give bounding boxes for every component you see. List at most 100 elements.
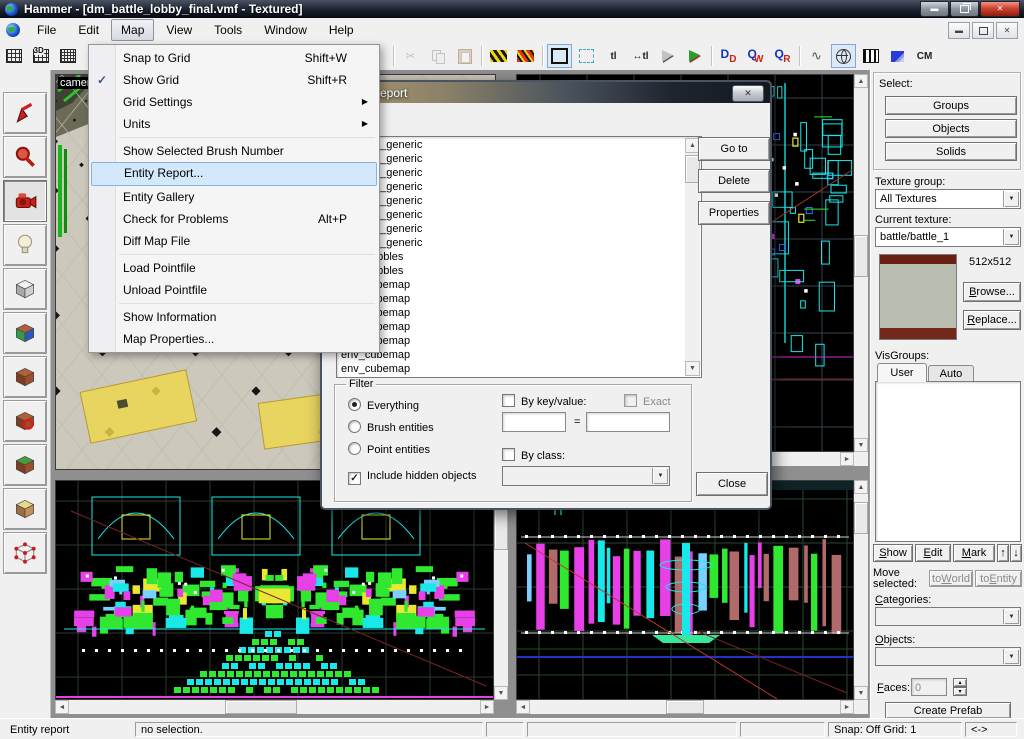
texture-application-tool[interactable] — [3, 312, 47, 354]
wedge-grey-icon[interactable] — [655, 44, 680, 68]
spinner-down-icon[interactable]: ▾ — [953, 687, 967, 696]
sphere-icon[interactable] — [831, 44, 856, 68]
move-down-arrow-button[interactable]: ↓ — [1010, 544, 1022, 562]
key-input[interactable] — [502, 412, 566, 432]
mdi-close-button[interactable]: ✕ — [996, 22, 1018, 39]
overlay-tool[interactable] — [3, 444, 47, 486]
grid-toggle-icon[interactable] — [1, 44, 26, 68]
scrollbar-track[interactable] — [69, 700, 480, 714]
menubar-item-help[interactable]: Help — [319, 19, 364, 41]
dialog-title-bar[interactable]: Entity Report — [322, 82, 770, 103]
checkbox-icon[interactable] — [502, 394, 515, 407]
scroll-left-icon[interactable]: ◄ — [55, 700, 69, 714]
apply-decals-tool[interactable] — [3, 400, 47, 442]
menubar-item-window[interactable]: Window — [254, 19, 317, 41]
menu-item-entity-report[interactable]: Entity Report... — [91, 162, 377, 186]
texture-lock-icon[interactable]: tl — [601, 44, 626, 68]
visgroup-show-button[interactable]: Show — [873, 544, 913, 562]
letter-qw-icon[interactable]: QW — [743, 44, 768, 68]
faces-spinner[interactable]: ▴ ▾ — [953, 678, 967, 696]
entity-list-item[interactable]: ambient_generic — [338, 166, 685, 180]
radio-icon[interactable] — [348, 442, 361, 455]
delete-button[interactable]: Delete — [698, 169, 770, 193]
entity-list-item[interactable]: env_cubemap — [338, 334, 685, 348]
entity-list-item[interactable]: env_cubemap — [338, 306, 685, 320]
filter-everything-radio[interactable]: Everything — [348, 398, 419, 412]
select-bounds-icon[interactable] — [547, 44, 572, 68]
entity-list-item[interactable]: env_cubemap — [338, 292, 685, 306]
menu-item-unload-pointfile[interactable]: Unload Pointfile — [91, 279, 377, 301]
close-button[interactable]: ✕ — [980, 1, 1020, 17]
menubar-item-edit[interactable]: Edit — [68, 19, 109, 41]
menubar-item-map[interactable]: Map — [111, 19, 154, 41]
entity-list-item[interactable]: ambient_generic — [338, 152, 685, 166]
dialog-close-action-button[interactable]: Close — [696, 472, 768, 496]
filter-brush-radio[interactable]: Brush entities — [348, 420, 434, 434]
viewport-side-vscrollbar[interactable]: ▲▼ — [854, 480, 868, 700]
entity-list-item[interactable]: env_cubemap — [338, 348, 685, 362]
scrollbar-track[interactable] — [854, 494, 868, 686]
entity-list-item[interactable]: ambient_generic — [338, 180, 685, 194]
tab-visgroups-user[interactable]: User — [877, 363, 927, 382]
viewport-front-hscrollbar[interactable]: ◄► — [55, 700, 494, 714]
visgroups-list[interactable] — [875, 381, 1021, 542]
menu-item-show-grid[interactable]: ✓Show GridShift+R — [91, 69, 377, 91]
select-objects-button[interactable]: Objects — [885, 119, 1017, 138]
grid-smaller-icon[interactable] — [55, 44, 80, 68]
letter-dd-icon[interactable]: DD — [716, 44, 741, 68]
properties-button[interactable]: Properties — [698, 201, 770, 225]
wedge-red-green-icon[interactable] — [682, 44, 707, 68]
scroll-right-icon[interactable]: ► — [840, 452, 854, 466]
entity-list-item[interactable]: ambient_generic — [338, 208, 685, 222]
carve-stripes-icon[interactable] — [486, 44, 511, 68]
viewport-front-vscrollbar[interactable]: ▲▼ — [494, 480, 508, 700]
texture-preview[interactable] — [879, 254, 957, 340]
texture-group-combo[interactable]: All Textures ▼ — [875, 189, 1021, 209]
scroll-down-icon[interactable]: ▼ — [854, 686, 868, 700]
checkbox-icon[interactable] — [502, 448, 515, 461]
menu-item-diff-map-file[interactable]: Diff Map File — [91, 230, 377, 252]
scrollbar-thumb[interactable] — [666, 700, 704, 714]
scroll-right-icon[interactable]: ► — [480, 700, 494, 714]
select-touching-icon[interactable] — [574, 44, 599, 68]
viewport-2d-side[interactable] — [516, 480, 854, 700]
restore-button[interactable] — [950, 1, 979, 17]
selection-tool[interactable] — [3, 92, 47, 134]
hollow-stripes-icon[interactable] — [513, 44, 538, 68]
visgroup-edit-button[interactable]: Edit — [915, 544, 951, 562]
title-bar[interactable]: Hammer - [dm_battle_lobby_final.vmf - Te… — [0, 0, 1024, 18]
viewport-top-vscrollbar[interactable]: ▲▼ — [854, 74, 868, 452]
letter-qr-icon[interactable]: QR — [770, 44, 795, 68]
scroll-up-icon[interactable]: ▲ — [854, 74, 868, 88]
scrollbar-track[interactable] — [494, 494, 508, 686]
entity-list-item[interactable]: ambient_generic — [338, 236, 685, 250]
menu-item-show-selected-brush-number[interactable]: Show Selected Brush Number — [91, 140, 377, 162]
entity-list-item[interactable]: ambient_generic — [338, 194, 685, 208]
vertex-tool[interactable] — [3, 532, 47, 574]
scroll-right-icon[interactable]: ► — [840, 700, 854, 714]
menu-item-snap-to-grid[interactable]: Snap to GridShift+W — [91, 47, 377, 69]
select-solids-button[interactable]: Solids — [885, 142, 1017, 161]
scrollbar-thumb[interactable] — [854, 235, 868, 277]
scrollbar-track[interactable] — [854, 88, 868, 438]
cubemap-icon[interactable]: CM — [912, 44, 937, 68]
scrollbar-thumb[interactable] — [854, 502, 868, 534]
create-prefab-button[interactable]: Create Prefab — [885, 702, 1011, 719]
scroll-up-icon[interactable]: ▲ — [854, 480, 868, 494]
scrollbar-track[interactable] — [530, 700, 840, 714]
scroll-left-icon[interactable]: ◄ — [516, 700, 530, 714]
goto-button[interactable]: Go to — [698, 137, 770, 161]
by-class-checkbox[interactable]: By class: — [502, 448, 565, 462]
mdi-minimize-button[interactable]: ▬ — [948, 22, 970, 39]
entity-list-item[interactable]: env_cubemap — [338, 278, 685, 292]
entity-tool[interactable] — [3, 224, 47, 266]
viewport-2d-front[interactable] — [55, 480, 494, 700]
minimize-button[interactable]: ▬ — [920, 1, 949, 17]
chevron-down-icon[interactable]: ▼ — [1003, 229, 1019, 245]
menu-item-show-information[interactable]: Show Information — [91, 306, 377, 328]
menubar-item-tools[interactable]: Tools — [204, 19, 252, 41]
replace-button[interactable]: Replace... — [963, 310, 1021, 330]
magnify-tool[interactable] — [3, 136, 47, 178]
dither-icon[interactable] — [885, 44, 910, 68]
grid-3d-toggle-icon[interactable]: 3D — [28, 44, 53, 68]
